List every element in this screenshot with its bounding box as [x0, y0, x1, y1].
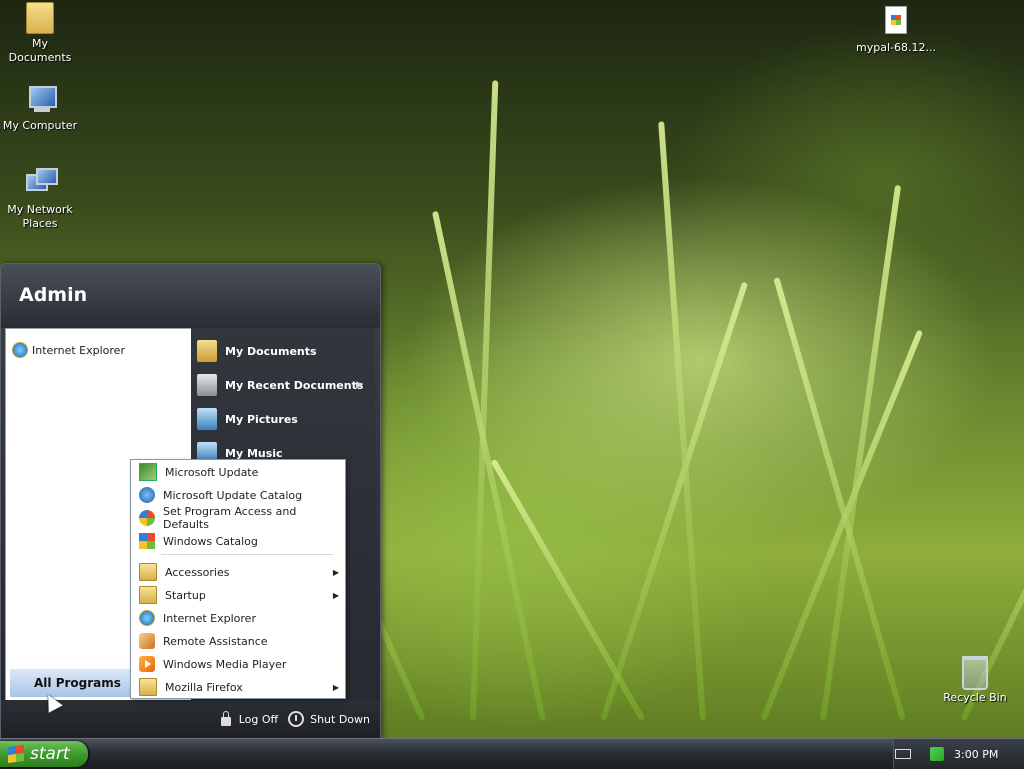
menu-item-label: Windows Media Player [163, 657, 287, 671]
desktop-icon-label: mypal-68.12... [856, 41, 936, 54]
documents-icon [197, 340, 217, 362]
keyboard-icon[interactable] [895, 749, 911, 759]
places-item-my-recent-documents[interactable]: My Recent Documents ▶ [197, 372, 369, 398]
lock-icon [220, 710, 231, 726]
shut-down-label: Shut Down [310, 712, 370, 726]
computer-icon [24, 84, 57, 116]
menu-separator [161, 554, 333, 555]
desktop-icon-my-network-places[interactable]: My Network Places [0, 168, 80, 231]
clock[interactable]: 3:00 PM [954, 748, 998, 761]
windows-catalog-icon [139, 533, 155, 549]
shut-down-button[interactable]: Shut Down [288, 711, 370, 727]
recycle-bin-icon [962, 656, 988, 690]
desktop-icon-my-documents[interactable]: My Documents [0, 2, 80, 65]
menu-item-microsoft-update[interactable]: Microsoft Update [131, 461, 345, 483]
folder-icon [26, 2, 54, 34]
menu-item-label: Internet Explorer [163, 611, 256, 625]
places-item-my-pictures[interactable]: My Pictures [197, 406, 369, 432]
menu-item-windows-catalog[interactable]: Windows Catalog [131, 530, 345, 552]
program-access-icon [139, 510, 155, 526]
menu-item-startup[interactable]: Startup ▶ [131, 584, 345, 606]
desktop-icon-my-computer[interactable]: My Computer [0, 84, 80, 133]
menu-item-label: Microsoft Update Catalog [163, 488, 303, 502]
menu-item-label: Set Program Access and Defaults [163, 505, 297, 531]
menu-item-label: Remote Assistance [163, 634, 268, 648]
menu-item-internet-explorer[interactable]: Internet Explorer [131, 607, 345, 629]
windows-logo-icon [8, 744, 24, 764]
document-icon [885, 6, 907, 34]
chevron-right-icon: ▶ [356, 380, 363, 390]
places-item-label: My Recent Documents [225, 378, 364, 392]
desktop-icon-label: My Computer [2, 119, 78, 132]
remote-assistance-icon [139, 633, 155, 649]
internet-explorer-icon [139, 610, 155, 626]
network-tray-icon[interactable] [930, 747, 944, 761]
system-tray: 3:00 PM [893, 739, 1024, 769]
log-off-label: Log Off [238, 712, 279, 726]
desktop-icon-label: My Network Places [7, 203, 73, 230]
places-item-my-documents[interactable]: My Documents [197, 338, 369, 364]
all-programs-label: All Programs [34, 676, 121, 690]
pinned-item-label: Internet Explorer [32, 343, 125, 357]
recent-documents-icon [197, 374, 217, 396]
places-item-label: My Music [225, 446, 283, 460]
folder-icon [139, 563, 157, 581]
catalog-icon [139, 487, 155, 503]
chevron-right-icon: ▶ [332, 567, 339, 577]
folder-icon [139, 678, 157, 696]
desktop-icon-mypal[interactable]: mypal-68.12... [856, 6, 936, 55]
chevron-right-icon: ▶ [332, 590, 339, 600]
menu-item-label: Mozilla Firefox [165, 680, 243, 694]
internet-explorer-icon [12, 342, 28, 358]
start-label: start [30, 744, 70, 764]
taskbar: start 3:00 PM [0, 738, 1024, 769]
pinned-item-internet-explorer[interactable]: Internet Explorer [12, 341, 125, 359]
chevron-right-icon: ▶ [332, 682, 339, 692]
menu-item-remote-assistance[interactable]: Remote Assistance [131, 630, 345, 652]
menu-item-set-program-access[interactable]: Set Program Access and Defaults [131, 505, 345, 531]
desktop-icon-label: Recycle Bin [943, 691, 1007, 704]
network-icon [24, 168, 58, 200]
menu-item-label: Accessories [165, 565, 230, 579]
menu-item-label: Windows Catalog [163, 534, 258, 548]
menu-item-microsoft-update-catalog[interactable]: Microsoft Update Catalog [131, 484, 345, 506]
power-icon [288, 711, 305, 727]
menu-item-mozilla-firefox[interactable]: Mozilla Firefox ▶ [131, 676, 345, 698]
media-player-icon [139, 656, 155, 672]
menu-item-label: Startup [165, 588, 206, 602]
menu-item-windows-media-player[interactable]: Windows Media Player [131, 653, 345, 675]
log-off-button[interactable]: Log Off [220, 710, 279, 726]
desktop-icon-label: My Documents [8, 37, 72, 64]
pictures-icon [197, 408, 217, 430]
menu-item-accessories[interactable]: Accessories ▶ [131, 561, 345, 583]
start-menu-user-name: Admin [1, 264, 380, 328]
menu-item-label: Microsoft Update [165, 465, 259, 479]
places-item-label: My Documents [225, 344, 317, 358]
start-button[interactable]: start [0, 741, 88, 767]
folder-icon [139, 586, 157, 604]
desktop-icon-recycle-bin[interactable]: Recycle Bin [935, 656, 1015, 705]
microsoft-update-icon [139, 463, 157, 481]
places-item-label: My Pictures [225, 412, 298, 426]
all-programs-menu: Microsoft Update Microsoft Update Catalo… [130, 459, 346, 699]
